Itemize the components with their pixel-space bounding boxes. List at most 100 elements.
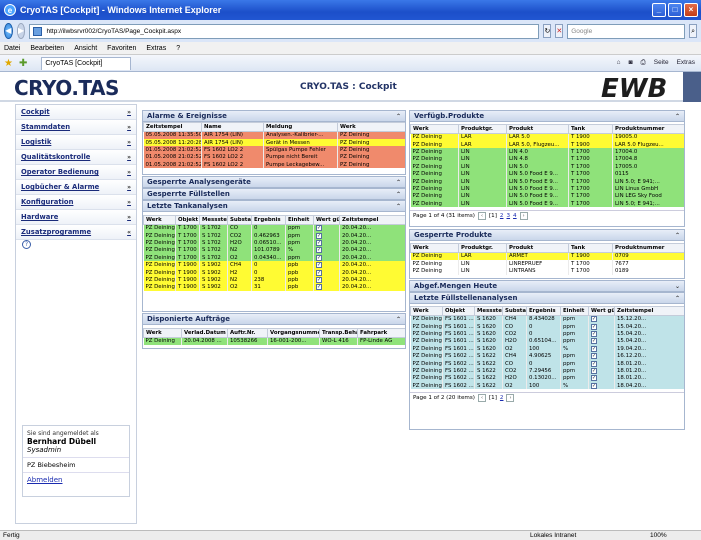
panel-header[interactable]: Gesperrte Analysengeräte ⌃: [143, 177, 405, 187]
maximize-button[interactable]: □: [668, 3, 682, 17]
column-header[interactable]: Werk: [410, 243, 459, 253]
panel-header[interactable]: Gesperrte Produkte ⌃: [410, 230, 684, 241]
pager-link-2[interactable]: 2: [500, 395, 504, 401]
column-header[interactable]: Produktnummer: [612, 243, 684, 253]
panel-header[interactable]: Letzte Tankanalysen ⌃: [143, 201, 405, 212]
menu-datei[interactable]: Datei: [4, 45, 20, 52]
table-row[interactable]: PZ Deining LIN LIN 5.0 Food E 9... T 1700 LI…: [410, 192, 684, 201]
feed-icon[interactable]: ◙: [629, 59, 633, 67]
prev-page-button[interactable]: ‹: [477, 212, 486, 221]
chevron-up-icon[interactable]: ⌃: [675, 295, 680, 302]
menu-extras[interactable]: Extras: [146, 45, 166, 52]
table-row[interactable]: PZ Deining FS 1602 ... S 1622 CO2 7.29456 ppm…: [410, 367, 684, 375]
column-header[interactable]: Ergebnis: [526, 306, 561, 316]
column-header[interactable]: Werk: [143, 328, 182, 338]
panel-header[interactable]: Disponierte Aufträge ⌃: [143, 314, 405, 325]
panel-header[interactable]: Verfügb.Produkte ⌃: [410, 111, 684, 122]
table-row[interactable]: PZ Deining LAR LAR 5.0 T 1900 19005.0: [410, 133, 684, 141]
column-header[interactable]: Substanz: [502, 306, 527, 316]
column-header[interactable]: Wert gültig: [588, 306, 615, 316]
sidebar-item-operator[interactable]: Operator Bedienung »: [16, 165, 136, 180]
table-row[interactable]: PZ Deining LAR ARMET T 1900 0709: [410, 252, 684, 260]
url-input[interactable]: http://ilwbsrvr002/CryoTAS/Page_Cockpit.…: [29, 23, 540, 39]
sidebar-item-hardware[interactable]: Hardware »: [16, 210, 136, 225]
pager-link-2[interactable]: 2: [500, 213, 504, 219]
column-header[interactable]: Tank: [568, 243, 613, 253]
column-header[interactable]: Werk: [410, 124, 459, 134]
panel-header[interactable]: Letzte Füllstellenanalysen ⌃: [410, 293, 684, 304]
question-icon[interactable]: ?: [22, 240, 31, 249]
menu-ansicht[interactable]: Ansicht: [74, 45, 97, 52]
page-menu[interactable]: Seite: [654, 59, 669, 67]
chevron-up-icon[interactable]: ⌃: [396, 179, 401, 186]
menu-bearbeiten[interactable]: Bearbeiten: [30, 45, 64, 52]
search-input[interactable]: Google: [567, 23, 686, 39]
column-header[interactable]: Produkt: [506, 243, 569, 253]
table-row[interactable]: PZ Deining FS 1601 ... S 1620 CH4 8.434028 pp…: [410, 315, 684, 323]
chevron-up-icon[interactable]: ⌃: [396, 113, 401, 120]
back-arrow-icon[interactable]: ◀: [4, 23, 13, 39]
chevron-up-icon[interactable]: ⌃: [675, 113, 680, 120]
sidebar-item-logistik[interactable]: Logistik »: [16, 135, 136, 150]
menu-favoriten[interactable]: Favoriten: [107, 45, 136, 52]
table-row[interactable]: 01.05.2008 21:02:52 FS 1602 LO2 2 Pumpe ni…: [143, 153, 405, 162]
table-row[interactable]: PZ Deining LIN LIN 5.0 Food E 9... T 1700 LI…: [410, 200, 684, 208]
chevron-up-icon[interactable]: ⌃: [396, 203, 401, 210]
sidebar-item-konfiguration[interactable]: Konfiguration »: [16, 195, 136, 210]
tools-menu[interactable]: Extras: [677, 59, 695, 67]
table-row[interactable]: PZ Deining FS 1602 ... S 1622 CO 0 ppm ✓ 18.01.…: [410, 359, 684, 368]
pager-link-4[interactable]: 4: [513, 213, 517, 219]
pager-link-3[interactable]: 3: [506, 213, 510, 219]
star-icon[interactable]: ★: [4, 58, 13, 69]
column-header[interactable]: Messstelle: [474, 306, 503, 316]
table-row[interactable]: PZ Deining T 1700 S 1702 H2O 0.06510... ppm ✓ 2…: [143, 239, 405, 247]
table-row[interactable]: 05.05.2008 11:35:50 AIR 1754 (LIN) Analyse…: [143, 131, 405, 139]
column-header[interactable]: Wert gültig: [313, 215, 340, 225]
column-header[interactable]: Transp.Behält.: [319, 328, 358, 338]
sidebar-item-logbuecher[interactable]: Logbücher & Alarme »: [16, 180, 136, 195]
add-favorite-icon[interactable]: ✚: [19, 58, 27, 69]
chevron-up-icon[interactable]: ⌃: [675, 232, 680, 239]
column-header[interactable]: Messstelle: [199, 215, 228, 225]
table-row[interactable]: 01.05.2008 21:02:52 FS 1602 LO2 2 Spülgas …: [143, 146, 405, 154]
home-icon[interactable]: ⌂: [617, 59, 621, 67]
column-header[interactable]: Produktgr.: [458, 243, 507, 253]
column-header[interactable]: Produktnummer: [612, 124, 684, 134]
print-icon[interactable]: ⎙: [641, 59, 646, 67]
column-header[interactable]: Ergebnis: [251, 215, 286, 225]
table-row[interactable]: PZ Deining LIN LINREPRUEF T 1700 7677: [410, 259, 684, 268]
column-header[interactable]: Einheit: [285, 215, 314, 225]
chevron-up-icon[interactable]: ⌃: [396, 191, 401, 198]
chevron-down-icon[interactable]: ⌄: [675, 283, 680, 290]
prev-page-button[interactable]: ‹: [477, 394, 486, 403]
chevron-up-icon[interactable]: ⌃: [396, 316, 401, 323]
column-header[interactable]: Substanz: [227, 215, 252, 225]
panel-header[interactable]: Abgef.Mengen Heute ⌄: [410, 281, 684, 291]
table-row[interactable]: PZ Deining 20.04.2008 ... 10538266 16-001-2…: [143, 337, 405, 345]
panel-header[interactable]: Gesperrte Füllstellen ⌃: [143, 189, 405, 199]
close-button[interactable]: ×: [684, 3, 698, 17]
panel-header[interactable]: Alarme & Ereignisse ⌃: [143, 111, 405, 122]
column-header[interactable]: Werk: [143, 215, 176, 225]
column-header[interactable]: Verlad.Datum: [181, 328, 228, 338]
table-row[interactable]: PZ Deining T 1700 S 1702 N2 101.0789% ✓ 20.04.…: [143, 246, 405, 255]
sidebar-item-cockpit[interactable]: Cockpit »: [16, 105, 136, 120]
column-header[interactable]: Zeitstempel: [614, 306, 684, 316]
table-row[interactable]: PZ Deining T 1900 S 1902 N2 238 ppb ✓ 20.04.20.…: [143, 276, 405, 284]
table-row[interactable]: PZ Deining LIN LINTRANS T 1700 0189: [410, 267, 684, 275]
column-header[interactable]: Objekt: [175, 215, 200, 225]
logout-link[interactable]: Abmelden: [23, 476, 129, 484]
minimize-button[interactable]: _: [652, 3, 666, 17]
search-icon[interactable]: ⌕: [689, 24, 697, 38]
next-page-button[interactable]: ›: [506, 394, 515, 403]
column-header[interactable]: Zeitstempel: [143, 122, 202, 132]
menu-help[interactable]: ?: [176, 45, 180, 52]
sidebar-item-stammdaten[interactable]: Stammdaten »: [16, 120, 136, 135]
table-row[interactable]: PZ Deining T 1700 S 1702 O2 0.04340... ppm ✓ 20…: [143, 254, 405, 262]
refresh-icon[interactable]: ↻: [543, 24, 552, 38]
column-header[interactable]: Vorgangsnummer: [267, 328, 320, 338]
table-row[interactable]: PZ Deining LIN LIN 5.0 Food E 9... T 1700 LI…: [410, 177, 684, 186]
column-header[interactable]: Produkt: [506, 124, 569, 134]
table-row[interactable]: PZ Deining FS 1601 ... S 1620 CO2 0 ppm ✓ 15.04…: [410, 330, 684, 338]
table-row[interactable]: PZ Deining FS 1601 ... S 1620 O2 100% ✓ 19.04.…: [410, 345, 684, 353]
